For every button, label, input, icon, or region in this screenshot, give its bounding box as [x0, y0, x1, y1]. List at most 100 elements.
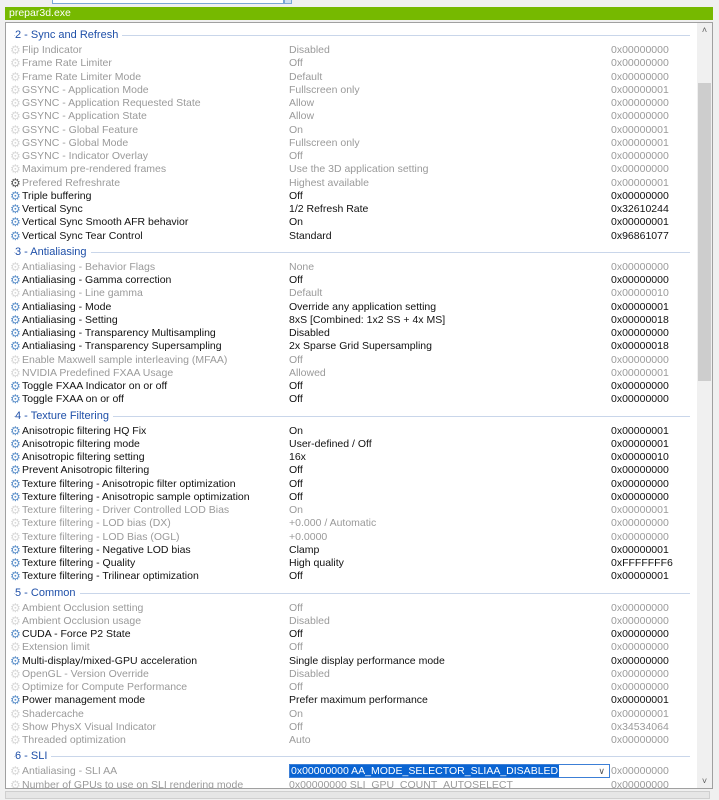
setting-value-selected-text[interactable]: 0x00000000 AA_MODE_SELECTOR_SLIAA_DISABL… [290, 765, 560, 778]
setting-row[interactable]: ⚙ Texture filtering - Anisotropic sample … [6, 490, 696, 504]
setting-row[interactable]: ⚙ GSYNC - Global Mode Fullscreen only 0x000… [6, 136, 696, 150]
setting-value[interactable]: None [289, 261, 314, 274]
setting-value[interactable]: Disabled [289, 327, 330, 340]
horizontal-scrollbar[interactable] [5, 791, 710, 799]
setting-value[interactable]: Off [289, 641, 303, 654]
setting-row[interactable]: ⚙ Prevent Anisotropic filtering Off 0x00000… [6, 464, 696, 477]
setting-row[interactable]: ⚙ Maximum pre-rendered frames Use the 3D a… [6, 163, 696, 176]
setting-value[interactable]: Off [289, 274, 303, 287]
setting-value[interactable]: Single display performance mode [289, 655, 445, 668]
setting-value[interactable]: Default [289, 71, 322, 84]
setting-value[interactable]: Off [289, 464, 303, 477]
setting-row[interactable]: ⚙ Threaded optimization Auto 0x00000000 [6, 734, 696, 747]
setting-row[interactable]: ⚙ Texture filtering - LOD bias (DX) +0.000… [6, 517, 696, 530]
setting-row[interactable]: ⚙ Texture filtering - Anisotropic filter … [6, 477, 696, 491]
setting-value-dropdown[interactable]: 0x00000000 AA_MODE_SELECTOR_SLIAA_DISABL… [289, 764, 610, 779]
setting-value[interactable]: 16x [289, 451, 306, 464]
setting-row[interactable]: ⚙ OpenGL - Version Override Disabled 0x0000… [6, 667, 696, 681]
setting-row[interactable]: ⚙ Prefered Refreshrate Highest available 0x… [6, 176, 696, 190]
setting-value[interactable]: Off [289, 491, 303, 504]
setting-row[interactable]: ⚙ Antialiasing - Setting 8xS [Combined: 1x… [6, 313, 696, 327]
setting-value[interactable]: Off [289, 150, 303, 163]
setting-row[interactable]: ⚙ Antialiasing - Mode Override any applica… [6, 300, 696, 314]
setting-row[interactable]: ⚙ Extension limit Off 0x00000000 [6, 641, 696, 654]
setting-row[interactable]: ⚙ CUDA - Force P2 State Off 0x00000000 [6, 628, 696, 641]
setting-row[interactable]: ⚙ Multi-display/mixed-GPU acceleration Sin… [6, 654, 696, 668]
setting-value[interactable]: Allow [289, 110, 314, 123]
setting-value[interactable]: Off [289, 380, 303, 393]
setting-row[interactable]: ⚙ GSYNC - Indicator Overlay Off 0x00000000 [6, 150, 696, 163]
setting-value[interactable]: On [289, 216, 303, 229]
setting-value[interactable]: Allow [289, 97, 314, 110]
setting-value[interactable]: Off [289, 602, 303, 615]
setting-value[interactable]: Disabled [289, 615, 330, 628]
setting-value[interactable]: Highest available [289, 177, 369, 190]
setting-row[interactable]: ⚙ Texture filtering - Driver Controlled L… [6, 504, 696, 517]
setting-value[interactable]: Off [289, 57, 303, 70]
setting-row[interactable]: ⚙ Anisotropic filtering setting 16x 0x00000… [6, 451, 696, 464]
setting-value[interactable]: Off [289, 478, 303, 491]
setting-value[interactable]: Disabled [289, 668, 330, 681]
setting-value[interactable]: 0x00000000 SLI_GPU_COUNT_AUTOSELECT [289, 779, 513, 789]
setting-value[interactable]: Off [289, 628, 303, 641]
setting-row[interactable]: ⚙ Vertical Sync Smooth AFR behavior On 0x00… [6, 216, 696, 229]
setting-row[interactable]: ⚙ Ambient Occlusion setting Off 0x00000000 [6, 601, 696, 615]
setting-value[interactable]: Fullscreen only [289, 137, 360, 150]
setting-row[interactable]: ⚙ NVIDIA Predefined FXAA Usage Allowed 0x00… [6, 366, 696, 380]
setting-row[interactable]: ⚙ Texture filtering - Trilinear optimizat… [6, 570, 696, 583]
setting-value[interactable]: Off [289, 190, 303, 203]
setting-row[interactable]: ⚙ Antialiasing - Transparency Supersampli… [6, 340, 696, 353]
setting-value[interactable]: Fullscreen only [289, 84, 360, 97]
setting-value[interactable]: User-defined / Off [289, 438, 372, 451]
setting-value[interactable]: 1/2 Refresh Rate [289, 203, 368, 216]
setting-value[interactable]: Disabled [289, 44, 330, 57]
setting-value[interactable]: On [289, 425, 303, 438]
setting-value[interactable]: Allowed [289, 367, 326, 380]
profile-search-input[interactable] [52, 0, 284, 4]
setting-row[interactable]: ⚙ Antialiasing - SLI AA 0x00000000 AA_MODE… [6, 764, 696, 779]
setting-row[interactable]: ⚙ Frame Rate Limiter Off 0x00000000 [6, 57, 696, 70]
setting-row[interactable]: ⚙ Antialiasing - Gamma correction Off 0x000… [6, 274, 696, 287]
chevron-down-icon[interactable]: ˅ [697, 776, 712, 786]
setting-row[interactable]: ⚙ GSYNC - Application Requested State Allo… [6, 97, 696, 110]
setting-value[interactable]: Off [289, 570, 303, 583]
setting-value[interactable]: Standard [289, 230, 332, 243]
setting-value[interactable]: High quality [289, 557, 344, 570]
profile-dropdown-button[interactable] [284, 0, 292, 4]
setting-row[interactable]: ⚙ Power management mode Prefer maximum per… [6, 694, 696, 707]
setting-value[interactable]: 8xS [Combined: 1x2 SS + 4x MS] [289, 314, 445, 327]
setting-row[interactable]: ⚙ Texture filtering - Negative LOD bias Cl… [6, 543, 696, 557]
setting-row[interactable]: ⚙ Optimize for Compute Performance Off 0x00… [6, 681, 696, 694]
setting-value[interactable]: Prefer maximum performance [289, 694, 428, 707]
setting-row[interactable]: ⚙ GSYNC - Global Feature On 0x00000001 [6, 123, 696, 137]
setting-row[interactable]: ⚙ Antialiasing - Behavior Flags None 0x0000… [6, 260, 696, 274]
setting-value[interactable]: Off [289, 681, 303, 694]
vertical-scrollbar[interactable]: ˄ ˅ [697, 23, 712, 788]
setting-row[interactable]: ⚙ Enable Maxwell sample interleaving (MFA… [6, 353, 696, 367]
setting-row[interactable]: ⚙ Toggle FXAA Indicator on or off Off 0x000… [6, 380, 696, 393]
setting-value[interactable]: +0.0000 [289, 531, 327, 544]
setting-row[interactable]: ⚙ Anisotropic filtering mode User-defined … [6, 437, 696, 451]
setting-row[interactable]: ⚙ Vertical Sync 1/2 Refresh Rate 0x32610244 [6, 203, 696, 216]
setting-row[interactable]: ⚙ Frame Rate Limiter Mode Default 0x0000000… [6, 70, 696, 84]
setting-row[interactable]: ⚙ Texture filtering - Quality High quality… [6, 557, 696, 570]
setting-row[interactable]: ⚙ Antialiasing - Transparency Multisampli… [6, 327, 696, 340]
setting-row[interactable]: ⚙ Ambient Occlusion usage Disabled 0x000000… [6, 614, 696, 628]
setting-row[interactable]: ⚙ Flip Indicator Disabled 0x00000000 [6, 44, 696, 57]
setting-value[interactable]: Auto [289, 734, 311, 747]
chevron-down-icon[interactable]: ∨ [598, 765, 605, 777]
scrollbar-thumb[interactable] [698, 83, 711, 381]
setting-value[interactable]: On [289, 124, 303, 137]
setting-row[interactable]: ⚙ Show PhysX Visual Indicator Off 0x3453406… [6, 720, 696, 734]
setting-row[interactable]: ⚙ Triple buffering Off 0x00000000 [6, 189, 696, 203]
setting-row[interactable]: ⚙ GSYNC - Application Mode Fullscreen only… [6, 83, 696, 97]
setting-row[interactable]: ⚙ Anisotropic filtering HQ Fix On 0x0000000… [6, 424, 696, 438]
setting-value[interactable]: 2x Sparse Grid Supersampling [289, 340, 432, 353]
setting-value[interactable]: Clamp [289, 544, 319, 557]
setting-row[interactable]: ⚙ GSYNC - Application State Allow 0x0000000… [6, 110, 696, 123]
setting-value[interactable]: Use the 3D application setting [289, 163, 429, 176]
setting-row[interactable]: ⚙ Shadercache On 0x00000001 [6, 707, 696, 721]
setting-row[interactable]: ⚙ Vertical Sync Tear Control Standard 0x968… [6, 229, 696, 243]
setting-row[interactable]: ⚙ Antialiasing - Line gamma Default 0x00000… [6, 287, 696, 300]
chevron-up-icon[interactable]: ˄ [697, 25, 712, 35]
